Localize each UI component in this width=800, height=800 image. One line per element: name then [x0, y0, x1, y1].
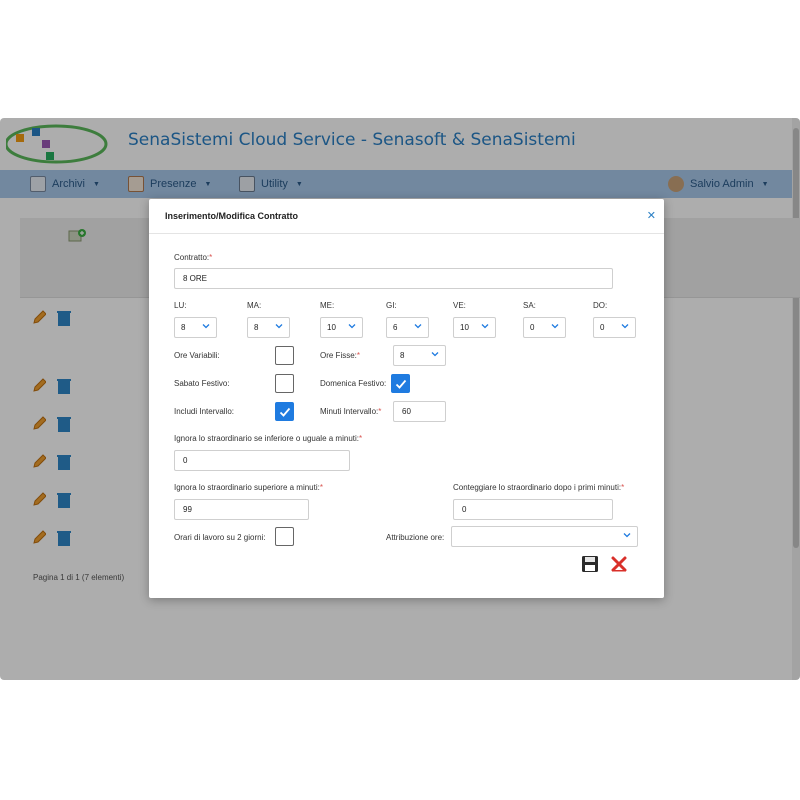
orari-due-giorni-label: Orari di lavoro su 2 giorni: — [174, 533, 266, 542]
checkmark-icon — [395, 379, 407, 389]
day-label-me: ME: — [320, 301, 335, 310]
cancel-icon[interactable] — [610, 555, 628, 573]
close-icon[interactable]: ✕ — [647, 209, 656, 222]
day-select-lu[interactable]: 8 — [174, 317, 217, 338]
domenica-festivo-label: Domenica Festivo: — [320, 379, 387, 388]
orari-due-giorni-checkbox[interactable] — [275, 527, 294, 546]
chevron-down-icon — [621, 324, 629, 329]
ignora-inferiore-label: Ignora lo straordinario se inferiore o u… — [174, 434, 363, 443]
day-label-sa: SA: — [523, 301, 536, 310]
app-window: SenaSistemi Cloud Service - Senasoft & S… — [0, 118, 800, 680]
sabato-festivo-label: Sabato Festivo: — [174, 379, 230, 388]
save-icon[interactable] — [581, 555, 599, 573]
ore-variabili-checkbox[interactable] — [275, 346, 294, 365]
day-select-sa[interactable]: 0 — [523, 317, 566, 338]
contratto-label: Contratto:* — [174, 253, 213, 262]
minuti-intervallo-input[interactable] — [393, 401, 446, 422]
day-label-ve: VE: — [453, 301, 466, 310]
day-label-lu: LU: — [174, 301, 187, 310]
ignora-superiore-input[interactable] — [174, 499, 309, 520]
day-select-gi[interactable]: 6 — [386, 317, 429, 338]
modal-title: Inserimento/Modifica Contratto — [165, 211, 299, 221]
modal-header: Inserimento/Modifica Contratto ✕ — [149, 199, 664, 234]
chevron-down-icon — [348, 324, 356, 329]
chevron-down-icon — [414, 324, 422, 329]
day-select-ma[interactable]: 8 — [247, 317, 290, 338]
attribuzione-label: Attribuzione ore: — [386, 533, 445, 542]
chevron-down-icon — [202, 324, 210, 329]
ore-fisse-select[interactable]: 8 — [393, 345, 446, 366]
conteggiare-label: Conteggiare lo straordinario dopo i prim… — [453, 483, 625, 492]
day-select-ve[interactable]: 10 — [453, 317, 496, 338]
includi-intervallo-label: Includi Intervallo: — [174, 407, 235, 416]
ignora-inferiore-input[interactable] — [174, 450, 350, 471]
chevron-down-icon — [431, 352, 439, 357]
day-select-do[interactable]: 0 — [593, 317, 636, 338]
checkmark-icon — [279, 407, 291, 417]
domenica-festivo-checkbox[interactable] — [391, 374, 410, 393]
day-label-do: DO: — [593, 301, 608, 310]
attribuzione-select[interactable] — [451, 526, 638, 547]
minuti-intervallo-label: Minuti Intervallo:* — [320, 407, 382, 416]
day-select-me[interactable]: 10 — [320, 317, 363, 338]
ore-variabili-label: Ore Variabili: — [174, 351, 220, 360]
chevron-down-icon — [623, 533, 631, 538]
contract-modal: Inserimento/Modifica Contratto ✕ Contrat… — [149, 199, 664, 598]
conteggiare-input[interactable] — [453, 499, 613, 520]
chevron-down-icon — [275, 324, 283, 329]
sabato-festivo-checkbox[interactable] — [275, 374, 294, 393]
chevron-down-icon — [551, 324, 559, 329]
contratto-input[interactable] — [174, 268, 613, 289]
ignora-superiore-label: Ignora lo straordinario superiore a minu… — [174, 483, 323, 492]
ore-fisse-label: Ore Fisse:* — [320, 351, 361, 360]
day-label-gi: GI: — [386, 301, 397, 310]
chevron-down-icon — [481, 324, 489, 329]
day-label-ma: MA: — [247, 301, 262, 310]
includi-intervallo-checkbox[interactable] — [275, 402, 294, 421]
